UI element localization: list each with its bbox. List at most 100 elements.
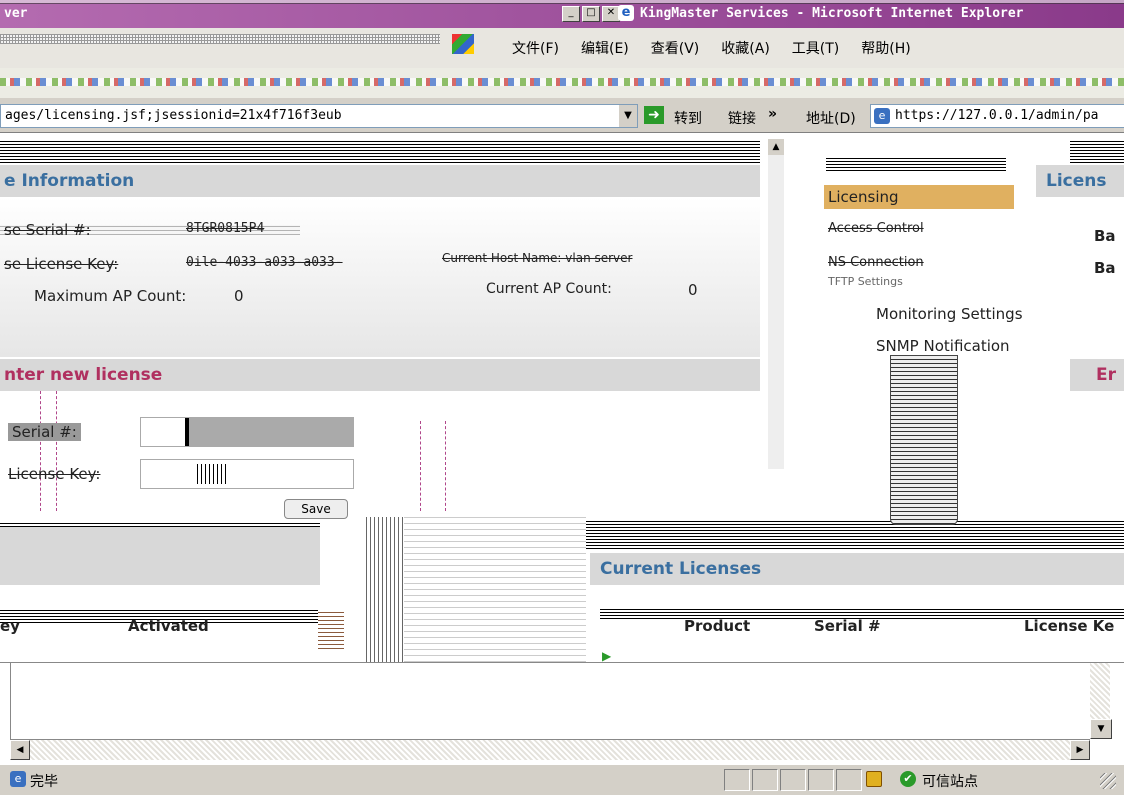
serial-input-label: Serial #: bbox=[8, 423, 81, 441]
ie-icon: e bbox=[618, 5, 634, 21]
dropdown-arrow-icon[interactable]: ▼ bbox=[619, 105, 637, 127]
info-section-bar: e Information bbox=[0, 165, 760, 197]
enter-license-title: nter new license bbox=[4, 365, 163, 385]
check-icon: ✔ bbox=[900, 771, 916, 787]
vline-1 bbox=[40, 391, 42, 511]
menu-view[interactable]: 查看(V) bbox=[651, 38, 700, 58]
col-serial: Serial # bbox=[814, 617, 881, 635]
right-enter-title: Er bbox=[1096, 365, 1116, 385]
lock-icon[interactable] bbox=[866, 771, 882, 787]
toolbar-row bbox=[0, 68, 1124, 98]
nav-top-glitch bbox=[826, 157, 1006, 171]
title-glitch bbox=[0, 0, 1124, 4]
mid-gray-band bbox=[0, 525, 320, 585]
maximize-button[interactable]: □ bbox=[582, 6, 600, 22]
url-left-field[interactable]: ages/licensing.jsf;jsessionid=21x4f716f3… bbox=[0, 104, 638, 128]
links-chevron-icon[interactable]: » bbox=[768, 106, 777, 122]
minimize-button[interactable]: _ bbox=[562, 6, 580, 22]
right-ba-2: Ba bbox=[1094, 259, 1116, 277]
links-label[interactable]: 链接 bbox=[728, 108, 756, 128]
nav-licensing-label: Licensing bbox=[828, 188, 899, 206]
scroll-up-icon[interactable]: ▲ bbox=[768, 139, 784, 155]
vline-3 bbox=[420, 421, 446, 511]
nav-sidebar: Licensing Access Control NS Connection T… bbox=[816, 133, 1070, 363]
right-scrollbar-track[interactable]: ▼ bbox=[1090, 663, 1112, 739]
serial-value: 8TGR0815P4 bbox=[186, 221, 265, 236]
url-right-text: https://127.0.0.1/admin/pa bbox=[895, 108, 1099, 123]
mid-glitch-2 bbox=[586, 521, 1124, 549]
nav-access-control[interactable]: Access Control bbox=[828, 221, 924, 236]
go-button[interactable]: 转到 bbox=[674, 108, 702, 128]
nav-tftp-settings[interactable]: TFTP Settings bbox=[828, 275, 903, 288]
url-left-text: ages/licensing.jsf;jsessionid=21x4f716f3… bbox=[5, 108, 342, 123]
save-button[interactable]: Save bbox=[284, 499, 348, 519]
status-panel-3 bbox=[780, 769, 806, 791]
key-input-glitch bbox=[197, 464, 227, 484]
nav-snmp-notification[interactable]: SNMP Notification bbox=[876, 337, 1010, 355]
col-license-key: License Ke bbox=[1024, 617, 1115, 635]
current-ap-label: Current AP Count: bbox=[486, 281, 612, 297]
mid-glitch-4 bbox=[404, 517, 586, 662]
current-licenses-title: Current Licenses bbox=[600, 559, 762, 579]
window-controls: _ □ ✕ bbox=[562, 6, 620, 22]
page-content: e Information se Serial #: 8TGR0815P4 se… bbox=[0, 133, 1124, 662]
horizontal-scrollbar[interactable]: ◀ ▶ bbox=[10, 739, 1090, 760]
menu-tools[interactable]: 工具(T) bbox=[792, 38, 839, 58]
status-panel-5 bbox=[836, 769, 862, 791]
menu-file[interactable]: 文件(F) bbox=[512, 38, 559, 58]
licenses-header: Product Serial # License Ke bbox=[600, 617, 1124, 639]
license-key-label: se License Key: bbox=[4, 255, 119, 273]
info-section-title: e Information bbox=[4, 171, 135, 191]
nav-monitoring-settings[interactable]: Monitoring Settings bbox=[876, 305, 1023, 323]
left-col-activated: Activated bbox=[128, 617, 209, 635]
address-bar: ages/licensing.jsf;jsessionid=21x4f716f3… bbox=[0, 100, 1124, 133]
right-license-title: Licens bbox=[1046, 171, 1107, 191]
status-panels bbox=[724, 769, 862, 791]
current-host-text: Current Host Name: vlan server bbox=[442, 251, 633, 265]
vline-2 bbox=[56, 391, 58, 511]
current-licenses-bar: Current Licenses bbox=[590, 553, 1124, 585]
menu-favorites[interactable]: 收藏(A) bbox=[721, 38, 770, 58]
vertical-scrollbar[interactable]: ▲ bbox=[768, 139, 784, 469]
max-ap-label: Maximum AP Count: bbox=[34, 287, 187, 305]
toolbar-glitch-left bbox=[0, 34, 440, 44]
license-key-input-label: License Key: bbox=[8, 465, 101, 483]
url-right-field[interactable]: e https://127.0.0.1/admin/pa bbox=[870, 104, 1124, 128]
go-arrow-icon[interactable]: ➜ bbox=[644, 106, 664, 124]
nav-glitch-column bbox=[890, 355, 958, 525]
info-panel-body: se Serial #: 8TGR0815P4 se License Key: … bbox=[0, 197, 760, 357]
resize-grip-icon[interactable] bbox=[1100, 773, 1116, 789]
max-ap-value: 0 bbox=[234, 287, 244, 305]
nav-licensing[interactable]: Licensing bbox=[824, 185, 1014, 209]
status-panel-4 bbox=[808, 769, 834, 791]
current-ap-value: 0 bbox=[688, 281, 698, 299]
mid-glitch-3 bbox=[366, 517, 406, 662]
license-key-value: 0ile-4033-a033-a033- bbox=[186, 255, 343, 270]
col-product: Product bbox=[684, 617, 751, 635]
window-title: KingMaster Services - Microsoft Internet… bbox=[640, 6, 1024, 21]
menu-help[interactable]: 帮助(H) bbox=[861, 38, 910, 58]
zone-text: 可信站点 bbox=[922, 774, 978, 790]
scroll-right-icon[interactable]: ▶ bbox=[1070, 740, 1090, 760]
scroll-down-icon[interactable]: ▼ bbox=[1090, 719, 1112, 739]
title-bar: ver _ □ ✕ e KingMaster Services - Micros… bbox=[0, 0, 1124, 28]
left-col-key: ey bbox=[0, 617, 20, 635]
serial-input[interactable] bbox=[140, 417, 354, 447]
right-license-bar: Licens bbox=[1036, 165, 1124, 197]
menu-edit[interactable]: 编辑(E) bbox=[581, 38, 629, 58]
windows-logo-icon bbox=[452, 34, 474, 54]
status-text: 完毕 bbox=[30, 774, 58, 790]
license-key-input[interactable] bbox=[140, 459, 354, 489]
header-glitch bbox=[0, 141, 760, 163]
scroll-left-icon[interactable]: ◀ bbox=[10, 740, 30, 760]
page-icon: e bbox=[874, 108, 890, 124]
title-left: ver bbox=[4, 6, 28, 21]
address-label: 地址(D) bbox=[806, 111, 856, 127]
lower-left-border bbox=[10, 663, 11, 739]
nav-ns-connection[interactable]: NS Connection bbox=[828, 255, 924, 270]
right-ba-1: Ba bbox=[1094, 227, 1116, 245]
enter-license-body: Serial #: License Key: Save bbox=[0, 391, 760, 519]
right-enter-bar: Er bbox=[1070, 359, 1124, 391]
mid-glitch-1 bbox=[0, 521, 320, 527]
menu-items: 文件(F) 编辑(E) 查看(V) 收藏(A) 工具(T) 帮助(H) bbox=[512, 38, 911, 58]
